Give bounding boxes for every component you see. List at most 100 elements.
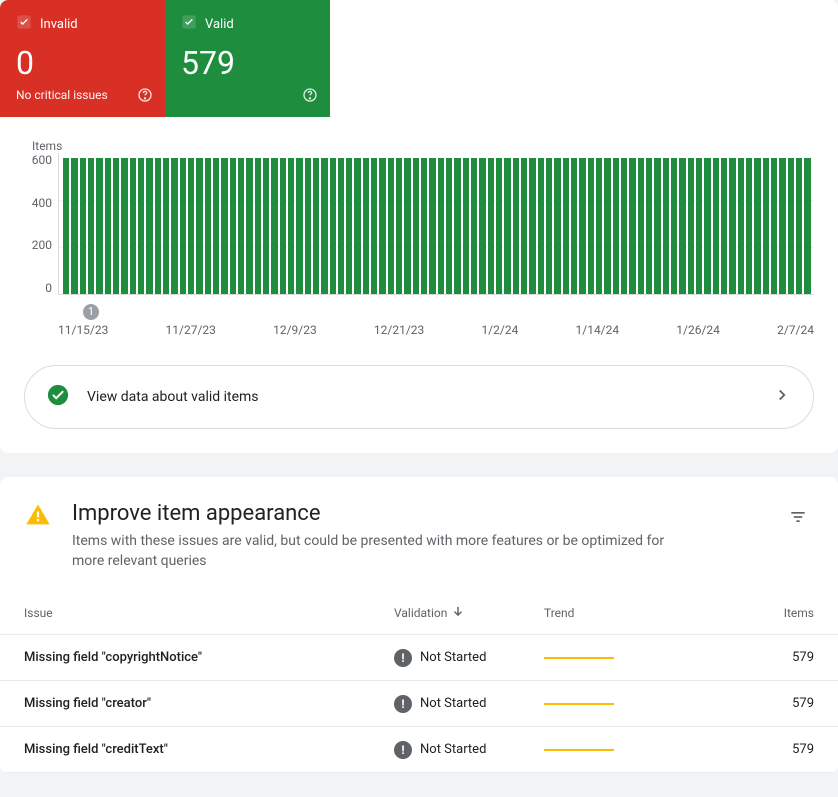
improve-title: Improve item appearance: [72, 501, 692, 526]
issue-items: 579: [664, 696, 814, 711]
chart-bar: [804, 158, 810, 294]
chart-bar: [796, 158, 802, 294]
chart-bar: [105, 158, 111, 294]
valid-tile-header: Valid: [181, 14, 314, 34]
chart-bar: [538, 158, 544, 294]
issue-validation: ! Not Started: [394, 741, 544, 759]
issue-row[interactable]: Missing field "creator"!Not Started 579: [0, 681, 838, 727]
chart-bar: [305, 158, 311, 294]
x-tick: 1/26/24: [676, 323, 720, 337]
y-tick: 0: [45, 281, 52, 295]
chart-bar: [646, 158, 652, 294]
chart-bar: [438, 158, 444, 294]
chart-bar: [621, 158, 627, 294]
chart-bar: [763, 158, 769, 294]
chart-bar: [679, 158, 685, 294]
chart-plot[interactable]: 1: [58, 153, 814, 295]
chart-bar: [613, 158, 619, 294]
x-tick: 1/2/24: [481, 323, 518, 337]
chart-bar: [296, 158, 302, 294]
chart-bar: [113, 158, 119, 294]
chart-bar: [155, 158, 161, 294]
chart-bar: [96, 158, 102, 294]
issues-table-header: Issue Validation Trend Items: [0, 591, 838, 635]
chart-bar: [779, 158, 785, 294]
chart-bar: [721, 158, 727, 294]
chart-bar: [579, 158, 585, 294]
chart-bar: [604, 158, 610, 294]
chart-bar: [463, 158, 469, 294]
chart-bar: [413, 158, 419, 294]
issue-row[interactable]: Missing field "copyrightNotice"!Not Star…: [0, 635, 838, 681]
issue-status: Not Started: [420, 742, 486, 757]
chart-bar: [180, 158, 186, 294]
help-icon[interactable]: [137, 87, 153, 107]
x-tick: 12/21/23: [374, 323, 424, 337]
invalid-count: 0: [16, 44, 149, 82]
chart-bar: [230, 158, 236, 294]
checkbox-checked-icon: [181, 14, 197, 34]
chart-bar: [138, 158, 144, 294]
x-tick: 11/15/23: [58, 323, 108, 337]
chart-bar: [788, 158, 794, 294]
chart-bar: [396, 158, 402, 294]
check-circle-icon: [47, 384, 69, 410]
chart-bar: [663, 158, 669, 294]
chart-bar: [713, 158, 719, 294]
chart-bar: [288, 158, 294, 294]
chart-bar: [388, 158, 394, 294]
chart-bar: [371, 158, 377, 294]
issue-items: 579: [664, 650, 814, 665]
view-valid-items-button[interactable]: View data about valid items: [24, 365, 814, 429]
chart-bar: [213, 158, 219, 294]
valid-label: Valid: [205, 17, 234, 32]
chart-bar: [629, 158, 635, 294]
chart-bar: [121, 158, 127, 294]
exclamation-icon: !: [394, 695, 412, 713]
filter-icon[interactable]: [782, 501, 814, 537]
chart-bar: [171, 158, 177, 294]
chart-bar: [554, 158, 560, 294]
issue-validation: !Not Started: [394, 695, 544, 713]
chart-bar: [754, 158, 760, 294]
chart-bar: [205, 158, 211, 294]
chart-bar: [63, 158, 69, 294]
chart-bar: [263, 158, 269, 294]
x-tick: 2/7/24: [777, 323, 814, 337]
chart-bar: [729, 158, 735, 294]
help-icon[interactable]: [302, 87, 318, 107]
chart-bar: [188, 158, 194, 294]
issue-items: 579: [664, 742, 814, 757]
x-tick: 11/27/23: [166, 323, 216, 337]
chart-bar: [313, 158, 319, 294]
chart-bar: [513, 158, 519, 294]
exclamation-icon: !: [394, 741, 412, 759]
chart-bar: [280, 158, 286, 294]
issue-name: Missing field "creator": [24, 696, 394, 711]
chart-bar: [363, 158, 369, 294]
valid-tile[interactable]: Valid 579: [165, 0, 330, 117]
col-validation-header[interactable]: Validation: [394, 604, 544, 621]
issue-name: Missing field "copyrightNotice": [24, 650, 394, 665]
chart: Items 600 400 200 0 1 11/15/23 11/27/23 …: [0, 117, 838, 349]
chart-bar: [746, 158, 752, 294]
chart-bar: [246, 158, 252, 294]
chart-bar: [421, 158, 427, 294]
chart-y-axis: 600 400 200 0: [24, 153, 58, 295]
issue-row[interactable]: Missing field "creditText"!Not Started57…: [0, 727, 838, 773]
improve-appearance-card: Improve item appearance Items with these…: [0, 477, 838, 773]
chart-bar: [546, 158, 552, 294]
chart-bar: [688, 158, 694, 294]
improve-text: Improve item appearance Items with these…: [72, 501, 692, 571]
chart-bar: [346, 158, 352, 294]
arrow-down-icon: [451, 604, 465, 621]
issue-status: Not Started: [420, 650, 486, 665]
chart-bar: [163, 158, 169, 294]
chart-bar: [471, 158, 477, 294]
invalid-tile[interactable]: Invalid 0 No critical issues: [0, 0, 165, 117]
chart-marker[interactable]: 1: [83, 304, 99, 320]
chart-bar: [196, 158, 202, 294]
chart-bar: [571, 158, 577, 294]
invalid-tile-header: Invalid: [16, 14, 149, 34]
chart-bar: [404, 158, 410, 294]
